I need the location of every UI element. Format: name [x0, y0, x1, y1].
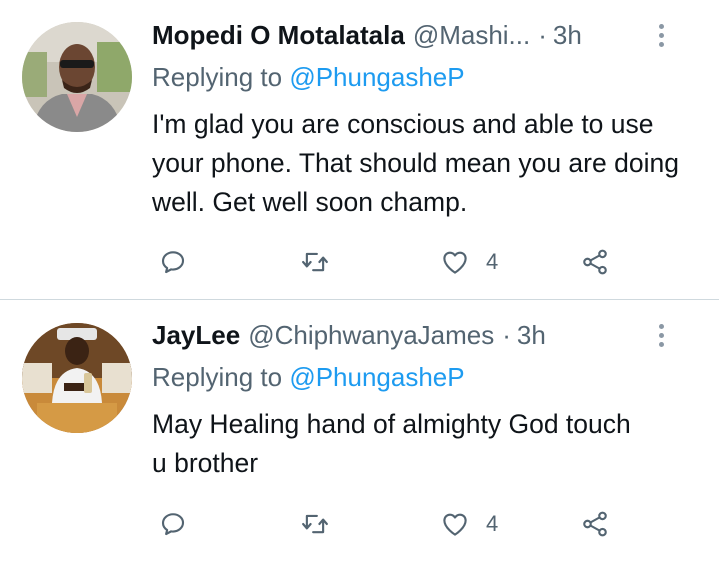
action-bar: 4 [152, 242, 632, 282]
reply-button[interactable] [158, 504, 188, 544]
retweet-button[interactable] [300, 504, 330, 544]
more-options-icon[interactable] [651, 318, 671, 352]
reply-feed: Mopedi O Motalatala @Mashi... · 3h Reply… [0, 0, 719, 563]
reply-icon [161, 513, 185, 536]
avatar[interactable] [22, 22, 132, 132]
author-handle[interactable]: @Mashi... [413, 20, 530, 51]
heart-icon [443, 251, 467, 274]
separator: · [502, 319, 511, 350]
replying-to: Replying to @PhungasheP [152, 62, 465, 93]
like-button[interactable]: 4 [440, 242, 498, 282]
retweet-icon [302, 514, 328, 534]
separator: · [538, 19, 547, 50]
tweet-text: May Healing hand of almighty God touch u… [152, 409, 631, 478]
replying-prefix: Replying to [152, 62, 283, 92]
like-count: 4 [486, 249, 499, 274]
mention-link[interactable]: @PhungasheP [289, 362, 464, 392]
reply-icon [161, 251, 185, 274]
author-name[interactable]: Mopedi O Motalatala [152, 20, 405, 51]
replying-to: Replying to @PhungasheP [152, 362, 465, 393]
retweet-icon [302, 252, 328, 272]
avatar-image [22, 22, 132, 132]
avatar[interactable] [22, 323, 132, 433]
like-count: 4 [486, 511, 499, 536]
like-button[interactable]: 4 [440, 504, 498, 544]
tweet[interactable]: Mopedi O Motalatala @Mashi... · 3h Reply… [0, 0, 719, 300]
tweet-header: Mopedi O Motalatala @Mashi... · 3h [152, 18, 699, 52]
tweet-text: I'm glad you are conscious and able to u… [152, 109, 679, 217]
retweet-button[interactable] [300, 242, 330, 282]
share-button[interactable] [580, 242, 610, 282]
tweet-header: JayLee @ChiphwanyaJames · 3h [152, 318, 699, 352]
action-bar: 4 [152, 504, 632, 544]
share-button[interactable] [580, 504, 610, 544]
more-options-icon[interactable] [651, 18, 671, 52]
replying-prefix: Replying to [152, 362, 283, 392]
tweet[interactable]: JayLee @ChiphwanyaJames · 3h Replying to… [0, 300, 719, 563]
reply-button[interactable] [158, 242, 188, 282]
share-icon [583, 249, 607, 275]
avatar-image [22, 323, 132, 433]
timestamp[interactable]: 3h [553, 20, 582, 51]
timestamp[interactable]: 3h [517, 320, 546, 351]
share-icon [583, 511, 607, 537]
author-name[interactable]: JayLee [152, 320, 240, 351]
mention-link[interactable]: @PhungasheP [289, 62, 464, 92]
heart-icon [443, 513, 467, 536]
author-handle[interactable]: @ChiphwanyaJames [248, 320, 494, 351]
